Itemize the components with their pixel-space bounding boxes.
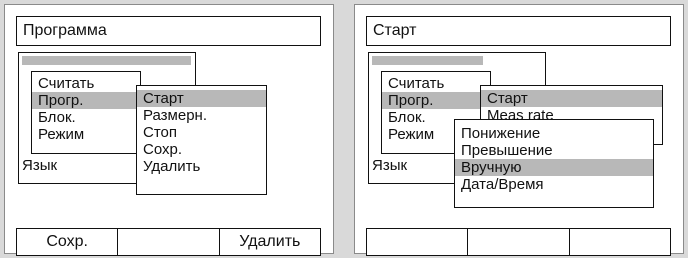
option-decrease[interactable]: Понижение [455, 125, 653, 142]
panel-header-bar [22, 56, 191, 65]
menu-item-program[interactable]: Прогр. [382, 92, 490, 109]
softkey-bar: Сохр. Удалить [16, 228, 321, 256]
softkey-save[interactable]: Сохр. [17, 229, 119, 255]
softkey-bar [366, 228, 671, 256]
submenu-item-start[interactable]: Старт [481, 90, 662, 107]
softkey-2[interactable] [468, 229, 570, 255]
screen-title: Программа [16, 16, 321, 46]
language-label[interactable]: Язык [372, 157, 407, 174]
softkey-empty[interactable] [118, 229, 220, 255]
submenu-item-stop[interactable]: Стоп [137, 124, 266, 141]
main-menu: Считать Прогр. Блок. Режим [31, 71, 141, 154]
submenu-item-start[interactable]: Старт [137, 90, 266, 107]
submenu-item-size[interactable]: Размерн. [137, 107, 266, 124]
menu-item-mode[interactable]: Режим [32, 126, 140, 143]
option-date-time[interactable]: Дата/Время [455, 176, 653, 193]
program-submenu: Старт Размерн. Стоп Сохр. Удалить [136, 85, 267, 195]
option-exceed[interactable]: Превышение [455, 142, 653, 159]
option-manual[interactable]: Вручную [455, 159, 653, 176]
submenu-item-save[interactable]: Сохр. [137, 141, 266, 158]
submenu-item-delete[interactable]: Удалить [137, 158, 266, 175]
menu-item-read[interactable]: Считать [32, 75, 140, 92]
softkey-3[interactable] [570, 229, 670, 255]
menu-item-program[interactable]: Прогр. [32, 92, 140, 109]
screen-title: Старт [366, 16, 671, 46]
softkey-delete[interactable]: Удалить [220, 229, 320, 255]
screen-program: Программа Язык Считать Прогр. Блок. Режи… [4, 4, 334, 256]
panel-header-bar [372, 56, 483, 65]
menu-item-block[interactable]: Блок. [32, 109, 140, 126]
language-label[interactable]: Язык [22, 157, 57, 174]
start-options-menu: Понижение Превышение Вручную Дата/Время [454, 119, 654, 208]
menu-item-read[interactable]: Считать [382, 75, 490, 92]
screen-start: Старт Язык Считать Прогр. Блок. Режим Ст… [354, 4, 684, 256]
softkey-1[interactable] [367, 229, 469, 255]
